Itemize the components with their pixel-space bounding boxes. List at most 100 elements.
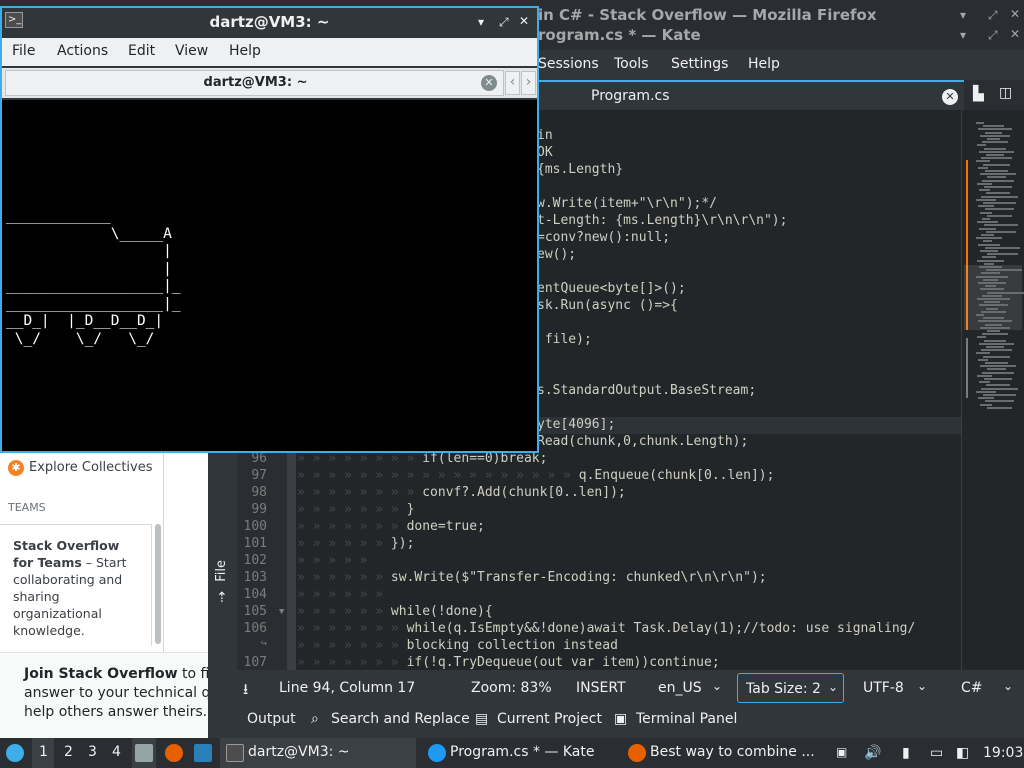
- minimap-line: [982, 179, 1014, 182]
- task-firefox[interactable]: Best way to combine ...: [626, 738, 822, 768]
- tab-size-selector[interactable]: Tab Size: 2 ⌄: [737, 673, 844, 703]
- code-fragment: entQueue<byte[]>();: [537, 281, 686, 296]
- close-tab-icon[interactable]: ✕: [481, 75, 497, 91]
- desktop-1[interactable]: 1: [32, 738, 54, 768]
- join-title[interactable]: Join Stack Overflow: [24, 666, 178, 682]
- input-mode[interactable]: INSERT: [576, 680, 626, 696]
- application-launcher-icon[interactable]: [6, 744, 24, 762]
- minimize-icon[interactable]: ▾: [960, 8, 966, 22]
- minimap-line: [985, 246, 1020, 249]
- menu-tools[interactable]: Tools: [614, 56, 649, 72]
- menu-file[interactable]: File: [12, 43, 35, 59]
- firefox-icon[interactable]: [165, 744, 183, 762]
- code-fragment: OK: [537, 145, 553, 160]
- folder-icon: [135, 744, 153, 762]
- menu-help[interactable]: Help: [748, 56, 780, 72]
- minimap-line: [978, 320, 1012, 323]
- terminal-output[interactable]: ____________ \_____A | | _______________…: [2, 100, 537, 451]
- code-fragment: s.StandardOutput.BaseStream;: [537, 383, 757, 398]
- minimap-line: [983, 240, 992, 243]
- minimap-line: [978, 166, 988, 169]
- menu-settings[interactable]: Settings: [671, 56, 728, 72]
- task-konsole[interactable]: dartz@VM3: ~: [220, 738, 416, 768]
- minimap-line: [980, 365, 1016, 368]
- menu-edit[interactable]: Edit: [128, 43, 155, 59]
- minimap-line: [984, 147, 1006, 150]
- close-icon[interactable]: ✕: [1010, 7, 1020, 21]
- minimap-line: [981, 234, 994, 236]
- cursor-position[interactable]: Line 94, Column 17: [279, 680, 415, 696]
- syntax-mode[interactable]: C#: [961, 680, 983, 696]
- minimap-line: [976, 160, 990, 163]
- minimap-line: [978, 358, 988, 361]
- menu-actions[interactable]: Actions: [57, 43, 108, 59]
- network-icon[interactable]: ▭: [930, 745, 943, 761]
- minimap-line: [977, 336, 986, 339]
- file-manager-launcher[interactable]: [132, 738, 156, 768]
- minimize-icon[interactable]: ▾: [478, 15, 484, 29]
- pin-icon[interactable]: ▙: [973, 86, 984, 102]
- code-line: » » » » » »: [297, 587, 391, 602]
- file-browser-label[interactable]: File: [214, 560, 229, 582]
- tray-expander-icon[interactable]: ▣: [836, 745, 847, 759]
- maximize-icon[interactable]: ⤢: [988, 28, 998, 43]
- chevron-down-icon[interactable]: ⌄: [917, 679, 927, 693]
- chevron-left-icon[interactable]: ‹: [505, 71, 520, 95]
- desktop-4[interactable]: 4: [112, 744, 121, 760]
- maximize-icon[interactable]: ⤢: [499, 15, 509, 30]
- task-kate[interactable]: Program.cs * — Kate: [424, 738, 620, 768]
- encoding[interactable]: UTF-8: [863, 680, 904, 696]
- line-number: 105: [243, 604, 267, 619]
- fold-marker-icon[interactable]: ▼: [279, 607, 287, 617]
- minimap-line: [983, 163, 1010, 166]
- clipboard-icon[interactable]: ▮: [902, 745, 910, 761]
- minimap-line: [976, 237, 1002, 240]
- terminal-tab[interactable]: dartz@VM3: ~ ✕: [5, 70, 504, 96]
- toolview-search-replace[interactable]: Search and Replace: [331, 711, 470, 727]
- explore-collectives-link[interactable]: ✱ Explore Collectives: [8, 460, 153, 476]
- code-line: » » » » » » » done=true;: [297, 519, 485, 534]
- chevron-down-icon[interactable]: ⌄: [1003, 679, 1013, 693]
- download-icon[interactable]: ⭳: [243, 679, 248, 704]
- volume-icon[interactable]: 🔊: [864, 745, 881, 761]
- minimap-line: [987, 291, 1024, 294]
- desktop-2[interactable]: 2: [64, 744, 73, 760]
- minimap-line: [983, 125, 1004, 128]
- split-view-icon[interactable]: ◫: [999, 85, 1012, 101]
- tab-size-label: Tab Size: 2: [746, 681, 821, 697]
- menu-help[interactable]: Help: [229, 43, 261, 59]
- sidebar-scrollbar[interactable]: [155, 524, 161, 644]
- dictionary-locale[interactable]: en_US: [658, 680, 702, 696]
- minimap-line: [983, 202, 1016, 204]
- window-icon[interactable]: [194, 744, 212, 762]
- menu-sessions[interactable]: Sessions: [538, 56, 599, 72]
- minimize-icon[interactable]: ▾: [960, 28, 966, 42]
- line-number: 106: [243, 621, 267, 636]
- konsole-titlebar[interactable]: >_ dartz@VM3: ~ ▾ ⤢ ✕: [2, 8, 537, 36]
- notifications-icon[interactable]: ◧: [956, 745, 969, 761]
- code-line: » » » » » » » }: [297, 502, 415, 517]
- close-icon[interactable]: ✕: [519, 14, 529, 28]
- minimap[interactable]: [961, 110, 1024, 670]
- minimap-line: [984, 339, 1006, 342]
- line-number: 103: [243, 570, 267, 585]
- maximize-icon[interactable]: ⤢: [988, 8, 998, 23]
- close-icon[interactable]: ✕: [1010, 27, 1020, 41]
- zoom-level[interactable]: Zoom: 83%: [471, 680, 552, 696]
- minimap-line: [979, 381, 990, 384]
- line-number: 101: [243, 536, 267, 551]
- toolview-output[interactable]: Output: [247, 711, 296, 727]
- sidebar-pin-icon[interactable]: ⇡: [216, 590, 228, 606]
- kate-title-text: rogram.cs * — Kate: [538, 26, 701, 44]
- close-tab-icon[interactable]: ✕: [942, 89, 958, 105]
- toolview-current-project[interactable]: Current Project: [497, 711, 602, 727]
- desktop-3[interactable]: 3: [88, 744, 97, 760]
- chevron-right-icon[interactable]: ›: [521, 71, 536, 95]
- search-icon: ⌕: [311, 711, 319, 727]
- clock[interactable]: 19:03: [983, 745, 1023, 761]
- toolview-terminal-panel[interactable]: Terminal Panel: [636, 711, 737, 727]
- chevron-down-icon[interactable]: ⌄: [712, 679, 722, 693]
- line-number: 107: [243, 655, 267, 670]
- menu-view[interactable]: View: [175, 43, 208, 59]
- teams-promo[interactable]: Stack Overflow for Teams – Start collabo…: [0, 524, 152, 646]
